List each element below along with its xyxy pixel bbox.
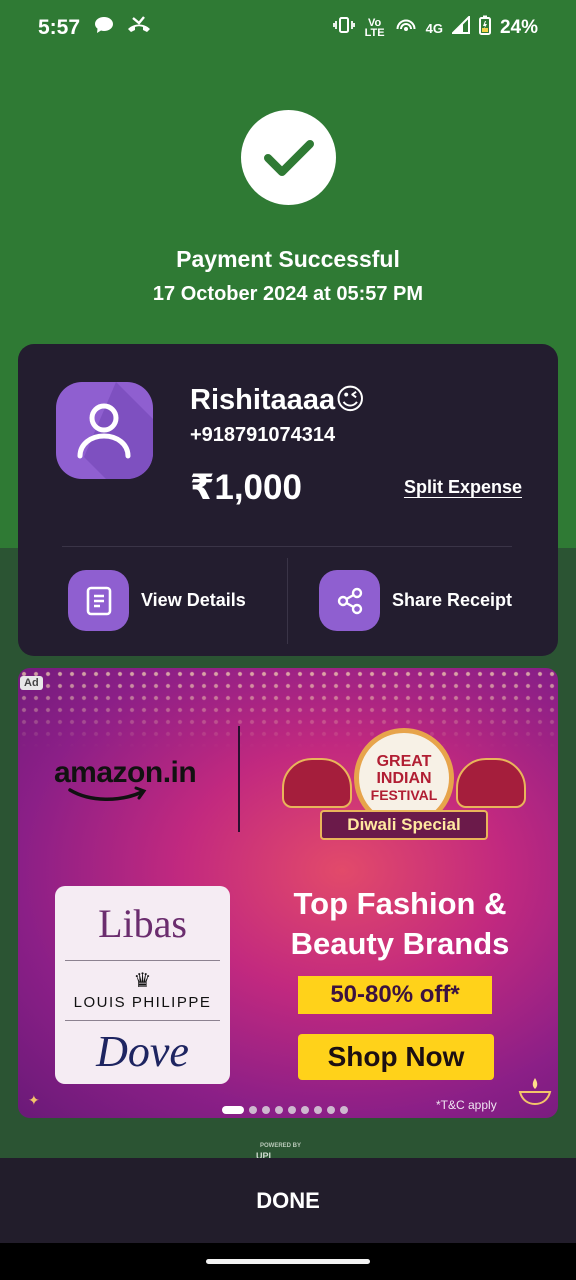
view-details-label: View Details (141, 590, 246, 610)
avatar (56, 382, 153, 479)
volte-label: Vo LTE (364, 17, 385, 39)
carousel-dot[interactable] (222, 1106, 244, 1114)
brands-panel: Libas ♛ LOUIS PHILIPPE Dove (55, 886, 230, 1084)
elephant-right-icon (456, 758, 526, 808)
chat-icon (94, 16, 114, 40)
festival-line-1: GREAT (376, 752, 432, 770)
card-divider (62, 546, 512, 547)
carousel-dot[interactable] (327, 1106, 335, 1114)
carousel-dot[interactable] (288, 1106, 296, 1114)
payee-name: Rishitaaaa😉 (190, 384, 366, 416)
signal-icon (450, 14, 470, 40)
carousel-dot[interactable] (314, 1106, 322, 1114)
ad-tagline: Top Fashion & Beauty Brands (290, 886, 510, 961)
dove-logo: Dove (96, 1027, 189, 1076)
crown-icon: ♛ (133, 970, 152, 992)
louis-philippe-logo: LOUIS PHILIPPE (73, 994, 212, 1011)
carousel-indicator[interactable] (222, 1106, 348, 1114)
person-icon (77, 382, 153, 479)
battery-percent: 24% (499, 17, 538, 38)
success-check-icon (241, 110, 336, 205)
done-label: DONE (256, 1187, 320, 1213)
vibrate-icon (332, 16, 355, 40)
payment-amount: ₹1,000 (190, 468, 302, 507)
carousel-dot[interactable] (340, 1106, 348, 1114)
ad-banner[interactable]: Ad amazon.in GREAT INDIAN FESTIVAL Diwal… (18, 668, 558, 1118)
status-bar: 5:57 Vo LTE 4G 24% (0, 0, 576, 56)
carousel-dot[interactable] (275, 1106, 283, 1114)
ad-badge: Ad (20, 676, 43, 690)
home-indicator[interactable] (206, 1259, 370, 1264)
diya-icon (518, 1078, 552, 1106)
battery-icon (478, 15, 491, 41)
share-receipt-label: Share Receipt (392, 590, 513, 610)
libas-logo: Libas (98, 901, 187, 946)
status-time: 5:57 (38, 16, 81, 39)
terms-note: *T&C apply (436, 1098, 497, 1112)
payment-datetime: 17 October 2024 at 05:57 PM (152, 283, 424, 305)
missed-call-icon (126, 15, 152, 41)
amazon-smile-icon (68, 786, 147, 801)
payee-card: Rishitaaaa😉 +918791074314 ₹1,000 Split E… (18, 344, 558, 656)
powered-by-label: POWERED BY (260, 1143, 302, 1149)
view-details-button[interactable]: View Details (68, 570, 246, 631)
offer-badge: 50-80% off* (298, 976, 492, 1014)
sparkle-icon: ✦ (28, 1092, 40, 1108)
diwali-special-banner: Diwali Special (320, 810, 488, 840)
share-icon (319, 570, 380, 631)
amazon-logo: amazon.in (54, 756, 197, 789)
system-navigation-bar (0, 1243, 576, 1280)
document-icon (68, 570, 129, 631)
carousel-dot[interactable] (301, 1106, 309, 1114)
brand-divider (65, 1020, 220, 1021)
carousel-dot[interactable] (249, 1106, 257, 1114)
shop-now-button[interactable]: Shop Now (298, 1034, 494, 1080)
hotspot-icon (395, 16, 417, 40)
payment-status-title: Payment Successful (176, 246, 400, 272)
action-divider (287, 558, 288, 644)
payee-phone: +918791074314 (190, 424, 336, 446)
share-receipt-button[interactable]: Share Receipt (319, 570, 512, 631)
festival-line-3: FESTIVAL (370, 786, 438, 803)
ad-divider (238, 726, 240, 832)
elephant-left-icon (282, 758, 352, 808)
festival-line-2: INDIAN (376, 769, 432, 787)
festival-logo: GREAT INDIAN FESTIVAL Diwali Special (274, 718, 534, 848)
carousel-dot[interactable] (262, 1106, 270, 1114)
done-button[interactable]: DONE (0, 1158, 576, 1243)
brand-divider (65, 960, 220, 961)
network-type-label: 4G (425, 20, 443, 36)
split-expense-link[interactable]: Split Expense (404, 477, 522, 498)
